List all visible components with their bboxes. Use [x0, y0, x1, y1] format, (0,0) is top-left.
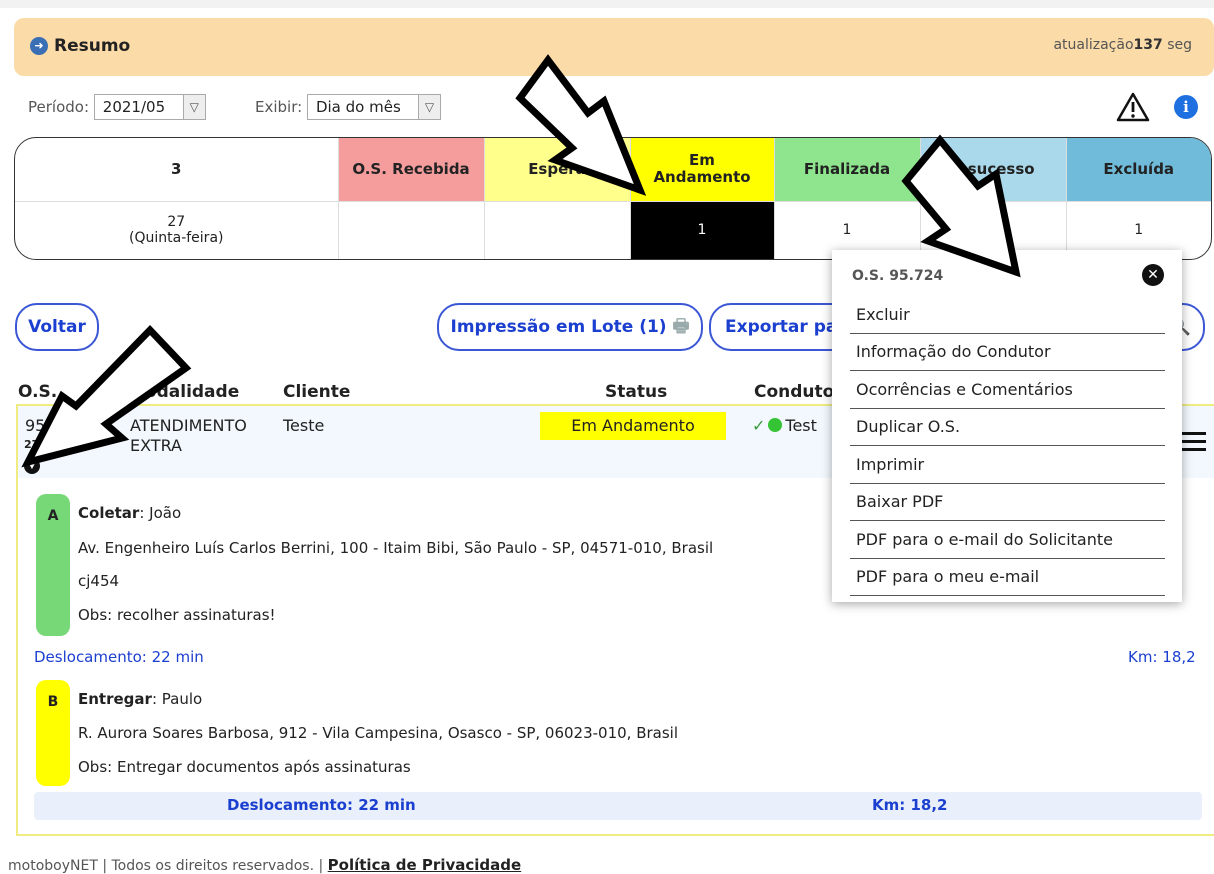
- arrow-annotation-2: [901, 134, 1021, 278]
- arrow-annotation-1: [515, 54, 647, 196]
- annotation-arrows: [21, 54, 1021, 468]
- arrow-annotation-3: [21, 324, 192, 468]
